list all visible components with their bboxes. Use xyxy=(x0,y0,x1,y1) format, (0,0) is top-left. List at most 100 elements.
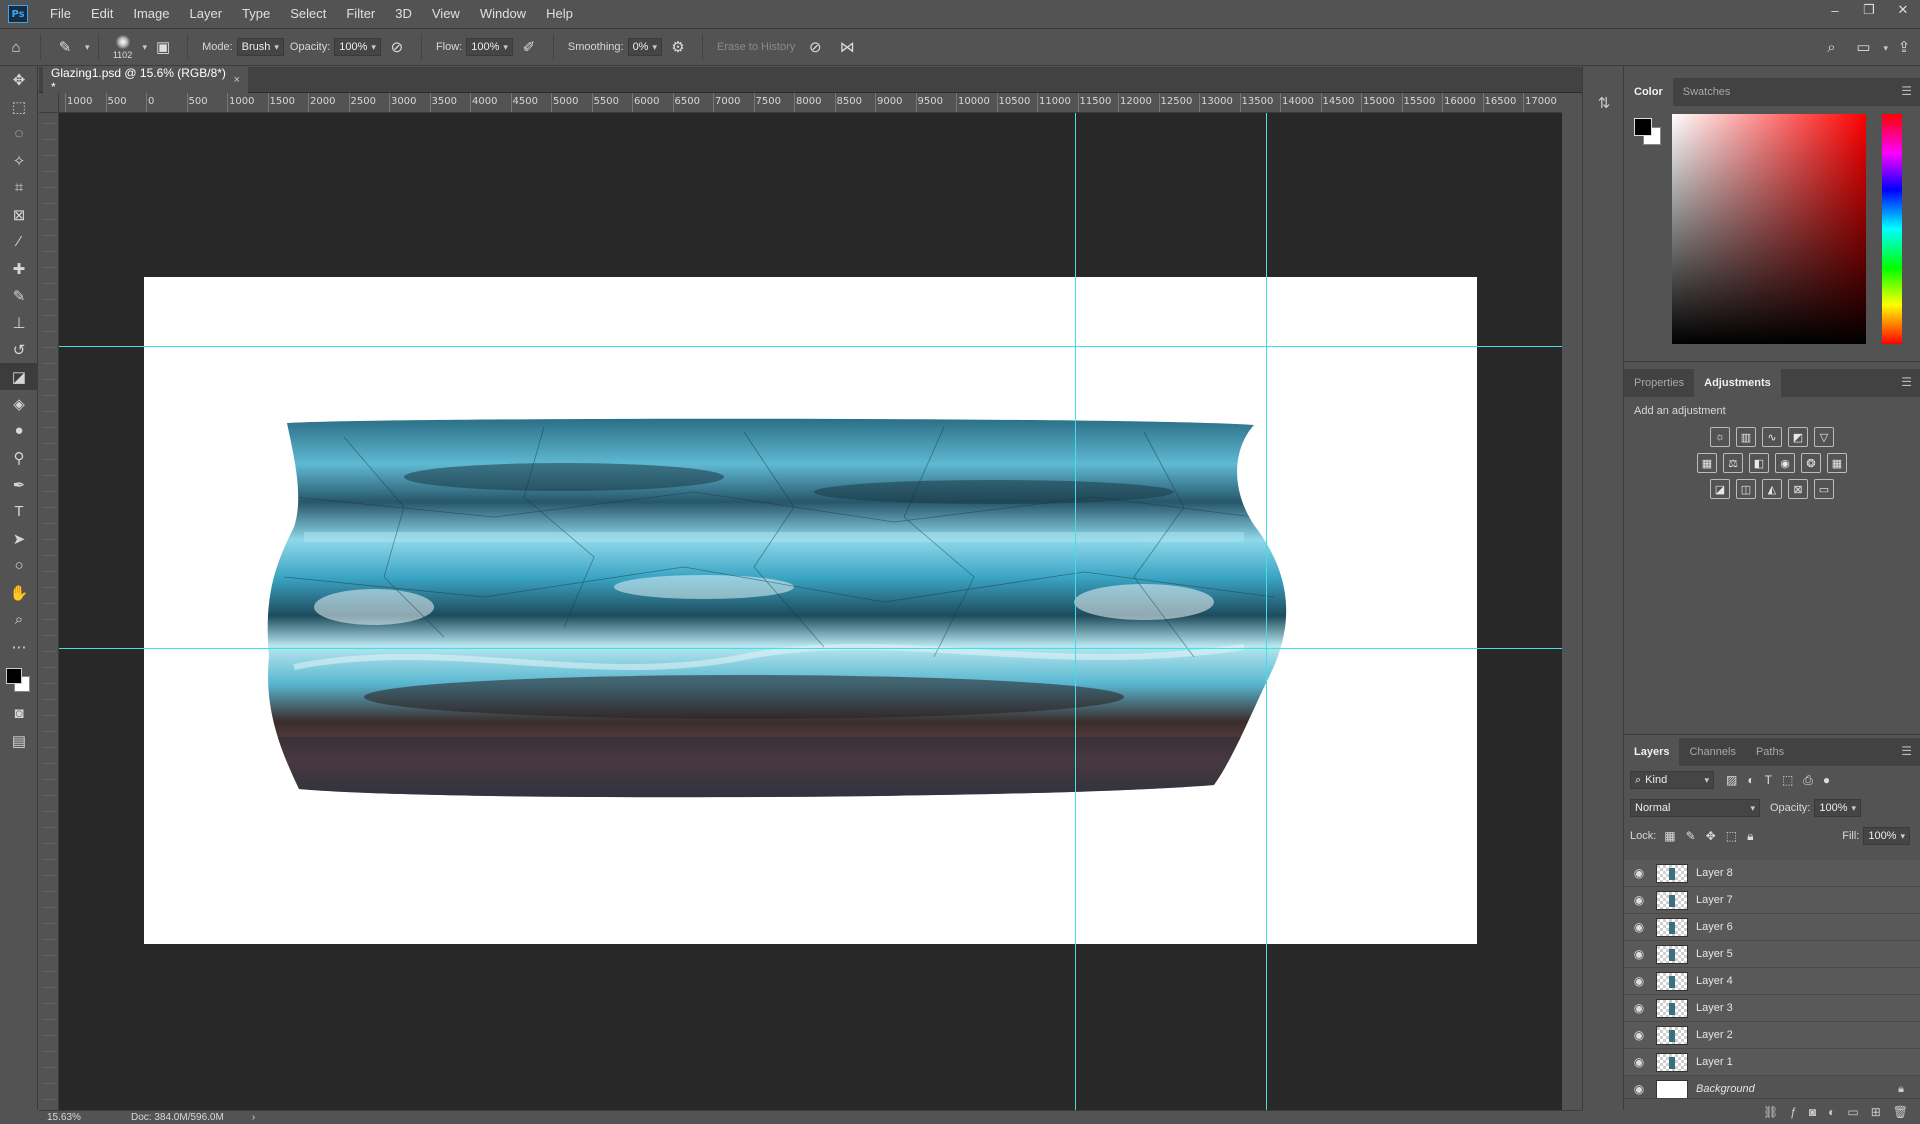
eraser-tool-icon[interactable]: ◪ xyxy=(0,363,38,390)
menu-edit[interactable]: Edit xyxy=(81,0,123,28)
tab-paths[interactable]: Paths xyxy=(1746,738,1794,766)
delete-layer-icon[interactable]: 🗑︎ xyxy=(1893,1105,1908,1119)
add-mask-icon[interactable]: ◙ xyxy=(1809,1105,1816,1119)
screen-mode-icon[interactable]: ▤ xyxy=(0,727,38,754)
zoom-tool-icon[interactable]: ⌕ xyxy=(0,606,38,633)
vertical-guide[interactable] xyxy=(1266,113,1267,1110)
layer-row[interactable]: ◉ Layer 1 xyxy=(1624,1049,1920,1076)
brush-settings-icon[interactable]: ▣ xyxy=(151,35,175,59)
menu-layer[interactable]: Layer xyxy=(180,0,233,28)
visibility-eye-icon[interactable]: ◉ xyxy=(1624,1082,1654,1096)
document-canvas[interactable] xyxy=(144,277,1477,944)
menu-select[interactable]: Select xyxy=(280,0,336,28)
color-fg-bg-swatches[interactable] xyxy=(1634,118,1664,148)
visibility-eye-icon[interactable]: ◉ xyxy=(1624,1028,1654,1042)
curves-icon[interactable]: ∿ xyxy=(1762,427,1782,447)
lock-pixels-icon[interactable]: ✎ xyxy=(1686,829,1696,844)
close-icon[interactable]: × xyxy=(234,74,240,86)
restore-button[interactable]: ❐ xyxy=(1852,0,1886,20)
shape-filter-icon[interactable]: ⬚ xyxy=(1782,773,1793,788)
menu-3d[interactable]: 3D xyxy=(385,0,422,28)
home-icon[interactable]: ⌂ xyxy=(4,35,28,59)
hand-tool-icon[interactable]: ✋ xyxy=(0,579,38,606)
pressure-size-icon[interactable]: ⊘ xyxy=(803,35,827,59)
clone-stamp-tool-icon[interactable]: ⊥ xyxy=(0,309,38,336)
more-tools-icon[interactable]: ⋯ xyxy=(0,633,38,660)
menu-filter[interactable]: Filter xyxy=(336,0,385,28)
menu-help[interactable]: Help xyxy=(536,0,583,28)
airbrush-icon[interactable]: ✐ xyxy=(517,35,541,59)
new-group-icon[interactable]: ▭ xyxy=(1847,1105,1858,1119)
layer-row[interactable]: ◉ Layer 4 xyxy=(1624,968,1920,995)
paint-bucket-tool-icon[interactable]: ◈ xyxy=(0,390,38,417)
visibility-eye-icon[interactable]: ◉ xyxy=(1624,866,1654,880)
pressure-opacity-icon[interactable]: ⊘ xyxy=(385,35,409,59)
lock-all-icon[interactable]: 🔒︎ xyxy=(1747,829,1753,844)
horizontal-guide[interactable] xyxy=(59,648,1562,649)
fill-field[interactable]: 100% ▾ xyxy=(1863,827,1910,845)
brush-tool-icon[interactable]: ✎ xyxy=(0,282,38,309)
visibility-eye-icon[interactable]: ◉ xyxy=(1624,920,1654,934)
menu-window[interactable]: Window xyxy=(470,0,536,28)
layer-row[interactable]: ◉ Layer 6 xyxy=(1624,914,1920,941)
magic-wand-tool-icon[interactable]: ✧ xyxy=(0,147,38,174)
layer-row[interactable]: ◉ Layer 3 xyxy=(1624,995,1920,1022)
foreground-color-swatch[interactable] xyxy=(6,668,22,684)
new-adjustment-layer-icon[interactable]: ◐ xyxy=(1828,1105,1835,1119)
gradient-map-icon[interactable]: ▭ xyxy=(1814,479,1834,499)
panel-menu-icon[interactable]: ☰ xyxy=(1901,744,1912,758)
color-balance-icon[interactable]: ⚖ xyxy=(1723,453,1743,473)
new-layer-icon[interactable]: ⊞ xyxy=(1871,1105,1881,1119)
dodge-tool-icon[interactable]: ⚲ xyxy=(0,444,38,471)
erase-to-history-checkbox[interactable]: Erase to History xyxy=(717,41,795,53)
eraser-tool-preset-icon[interactable]: ✎ xyxy=(53,35,77,59)
invert-icon[interactable]: ◪ xyxy=(1710,479,1730,499)
brush-preset-picker[interactable]: 1102 xyxy=(107,34,139,60)
lock-position-icon[interactable]: ✥ xyxy=(1706,829,1716,844)
frame-tool-icon[interactable]: ⊠ xyxy=(0,201,38,228)
workspace-icon[interactable]: ▭ xyxy=(1851,35,1875,59)
layer-style-icon[interactable]: ƒ xyxy=(1790,1105,1797,1119)
gear-icon[interactable]: ⚙ xyxy=(666,35,690,59)
vertical-ruler[interactable] xyxy=(39,113,59,1110)
visibility-eye-icon[interactable]: ◉ xyxy=(1624,893,1654,907)
layer-row[interactable]: ◉ Layer 5 xyxy=(1624,941,1920,968)
share-icon[interactable]: ⇪ xyxy=(1892,35,1916,59)
link-layers-icon[interactable]: ⛓ xyxy=(1763,1105,1778,1119)
layer-opacity-field[interactable]: 100% ▾ xyxy=(1814,799,1862,817)
smart-object-filter-icon[interactable]: ⎙ xyxy=(1803,773,1813,788)
color-picker-field[interactable] xyxy=(1672,114,1866,344)
gradient-triangle-icon[interactable]: ▽ xyxy=(1814,427,1834,447)
path-selection-tool-icon[interactable]: ➤ xyxy=(0,525,38,552)
horizontal-ruler[interactable]: 1000 500 0 500 1000 1500 2000 2500 3000 3500 4000 4… xyxy=(59,93,1562,113)
smoothing-field[interactable]: 0% ▾ xyxy=(627,38,662,56)
blend-mode-dropdown[interactable]: Normal ▾ xyxy=(1630,799,1760,817)
levels-icon[interactable]: ▥ xyxy=(1736,427,1756,447)
lock-transparent-icon[interactable]: ▦ xyxy=(1664,829,1675,844)
tab-color[interactable]: Color xyxy=(1624,78,1673,106)
visibility-eye-icon[interactable]: ◉ xyxy=(1624,1001,1654,1015)
history-brush-tool-icon[interactable]: ↺ xyxy=(0,336,38,363)
menu-type[interactable]: Type xyxy=(232,0,280,28)
lasso-tool-icon[interactable]: ◌ xyxy=(0,120,38,147)
exposure-icon[interactable]: ◩ xyxy=(1788,427,1808,447)
tab-adjustments[interactable]: Adjustments xyxy=(1694,369,1781,397)
vibrance-icon[interactable]: ▦ xyxy=(1697,453,1717,473)
status-menu-arrow[interactable]: › xyxy=(252,1112,255,1123)
color-lookup-icon[interactable]: ▦ xyxy=(1827,453,1847,473)
close-window-button[interactable]: ✕ xyxy=(1886,0,1920,20)
brightness-icon[interactable]: ☼ xyxy=(1710,427,1730,447)
horizontal-guide[interactable] xyxy=(59,346,1562,347)
pen-tool-icon[interactable]: ✒ xyxy=(0,471,38,498)
menu-view[interactable]: View xyxy=(422,0,470,28)
visibility-eye-icon[interactable]: ◉ xyxy=(1624,1055,1654,1069)
ruler-origin[interactable] xyxy=(39,93,59,113)
chevron-down-icon[interactable]: ▾ xyxy=(1883,43,1888,59)
marquee-tool-icon[interactable]: ⬚ xyxy=(0,93,38,120)
panel-menu-icon[interactable]: ☰ xyxy=(1901,375,1912,389)
mode-dropdown[interactable]: Brush ▾ xyxy=(236,38,284,56)
posterize-icon[interactable]: ◫ xyxy=(1736,479,1756,499)
crop-tool-icon[interactable]: ⌗ xyxy=(0,174,38,201)
chevron-down-icon[interactable]: ▾ xyxy=(143,42,148,53)
flow-field[interactable]: 100% ▾ xyxy=(466,38,513,56)
